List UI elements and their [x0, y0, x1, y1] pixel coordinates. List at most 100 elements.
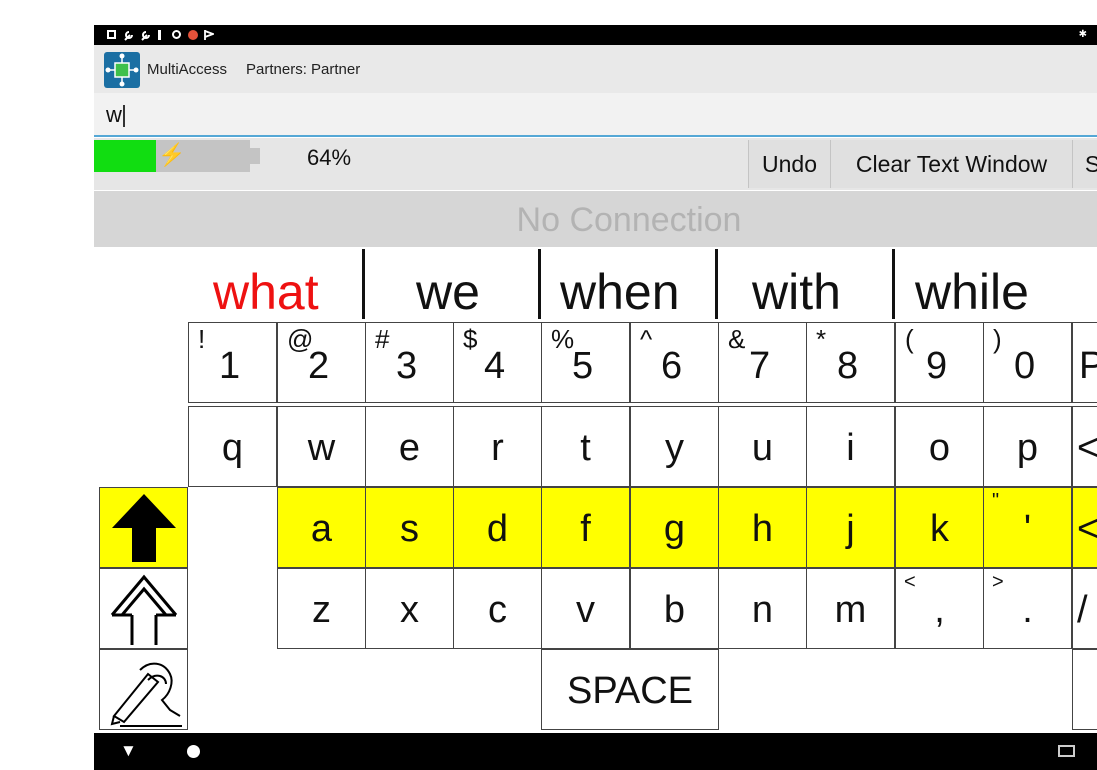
key-alt-symbol: ! — [198, 324, 206, 354]
key-alt-symbol: % — [551, 324, 575, 354]
space-key-label: SPACE — [566, 670, 693, 712]
key-label: i — [846, 427, 855, 469]
key-label: 1 — [219, 345, 241, 387]
letter-key[interactable]: t — [541, 406, 630, 487]
number-key[interactable]: (9 — [895, 322, 984, 403]
letter-key[interactable]: k — [895, 487, 984, 568]
back-icon[interactable]: ▼ — [120, 741, 137, 761]
key-label: 9 — [926, 345, 948, 387]
key-label: a — [310, 508, 333, 550]
key-label: q — [221, 427, 244, 469]
letter-key[interactable]: z — [277, 568, 366, 649]
keyboard-icon[interactable] — [1058, 745, 1075, 757]
key-label: o — [928, 427, 951, 469]
key-label: z — [312, 589, 331, 631]
letter-key[interactable]: u — [718, 406, 807, 487]
key-alt-symbol: * — [816, 324, 827, 354]
key-alt-symbol: ) — [993, 324, 1002, 354]
letter-key[interactable]: c — [453, 568, 542, 649]
number-key[interactable]: @2 — [277, 322, 366, 403]
number-key[interactable]: P — [1072, 322, 1097, 403]
number-key[interactable]: ) 0 — [983, 322, 1072, 403]
key-label: h — [751, 508, 774, 550]
key-label: 0 — [1014, 345, 1036, 387]
key-label: y — [665, 427, 684, 469]
key-label: / — [1077, 589, 1088, 631]
letter-key[interactable]: j — [806, 487, 895, 568]
key-label: g — [663, 508, 686, 550]
key-label: m — [834, 589, 867, 631]
number-key[interactable]: % 5 — [541, 322, 630, 403]
key-alt-symbol: ( — [905, 324, 914, 354]
key-label: , — [934, 589, 945, 631]
caps-lock-key[interactable] — [99, 568, 188, 649]
letter-key[interactable]: b — [630, 568, 719, 649]
key-label: P — [1079, 345, 1097, 387]
caps-lock-icon — [110, 574, 178, 645]
key-label: t — [580, 427, 591, 469]
number-key[interactable]: ^ 6 — [630, 322, 719, 403]
letter-key[interactable]: r — [453, 406, 542, 487]
backspace-key[interactable]: < — [1072, 406, 1097, 487]
number-key[interactable]: * 8 — [806, 322, 895, 403]
key-label: 8 — [837, 345, 859, 387]
letter-key[interactable]: a — [277, 487, 366, 568]
key-label: c — [488, 589, 507, 631]
quote-key[interactable]: " ' — [983, 487, 1072, 568]
key-label: ' — [1023, 508, 1032, 550]
space-key[interactable]: SPACE — [541, 649, 719, 730]
handwriting-key[interactable] — [99, 649, 188, 730]
key-label: w — [307, 427, 336, 469]
home-icon[interactable] — [187, 745, 200, 758]
letter-key[interactable]: >. — [983, 568, 1072, 649]
key-label: s — [400, 508, 419, 550]
key-label: u — [751, 427, 774, 469]
key-label: 4 — [484, 345, 506, 387]
letter-key[interactable]: f — [541, 487, 630, 568]
key-label: k — [930, 508, 949, 550]
number-key[interactable]: #3 — [365, 322, 454, 403]
letter-key[interactable]: <, — [895, 568, 984, 649]
letter-key[interactable]: p — [983, 406, 1072, 487]
key-alt-symbol: $ — [463, 324, 478, 354]
backspace-icon: < — [1077, 427, 1097, 469]
key-label: d — [486, 508, 509, 550]
letter-key[interactable]: i — [806, 406, 895, 487]
number-key[interactable]: $4 — [453, 322, 542, 403]
letter-key[interactable]: m — [806, 568, 895, 649]
key-label: j — [846, 508, 855, 550]
key-alt-symbol: # — [375, 324, 390, 354]
key-alt-symbol: ^ — [640, 324, 653, 354]
letter-key[interactable]: d — [453, 487, 542, 568]
key-label: . — [1022, 589, 1033, 631]
letter-key[interactable]: v — [541, 568, 630, 649]
letter-key[interactable]: y — [630, 406, 719, 487]
number-key[interactable]: & 7 — [718, 322, 807, 403]
letter-key[interactable]: s — [365, 487, 454, 568]
keyboard-right-key[interactable]: / — [1072, 568, 1097, 649]
navigation-bar: ▼ — [94, 733, 1097, 770]
letter-key[interactable]: o — [895, 406, 984, 487]
key-alt-symbol: & — [728, 324, 746, 354]
key-label: x — [400, 589, 419, 631]
letter-key[interactable]: q — [188, 406, 277, 487]
keyboard-right-key[interactable] — [1072, 649, 1097, 730]
key-label: e — [398, 427, 421, 469]
letter-key[interactable]: g — [630, 487, 719, 568]
on-screen-keyboard: ! 1 @2 #3 $4% 5 ^ 6 & 7 * 8(9) 0 P q w e r t y u i o p < asdfgh… — [94, 25, 1097, 770]
key-label: 5 — [572, 345, 594, 387]
shift-arrow-icon — [112, 494, 176, 562]
letter-key[interactable]: h — [718, 487, 807, 568]
key-label: v — [576, 589, 595, 631]
shift-key[interactable] — [99, 487, 188, 568]
key-label: 6 — [661, 345, 683, 387]
key-label: 3 — [396, 345, 418, 387]
letter-key[interactable]: e — [365, 406, 454, 487]
enter-key[interactable]: < — [1072, 487, 1097, 568]
letter-key[interactable]: n — [718, 568, 807, 649]
number-key[interactable]: ! 1 — [188, 322, 277, 403]
letter-key[interactable]: w — [277, 406, 366, 487]
key-label: p — [1016, 427, 1039, 469]
app-window: ✱ MultiAccess Partners: Partner w ⚡ 64% … — [94, 25, 1097, 770]
letter-key[interactable]: x — [365, 568, 454, 649]
